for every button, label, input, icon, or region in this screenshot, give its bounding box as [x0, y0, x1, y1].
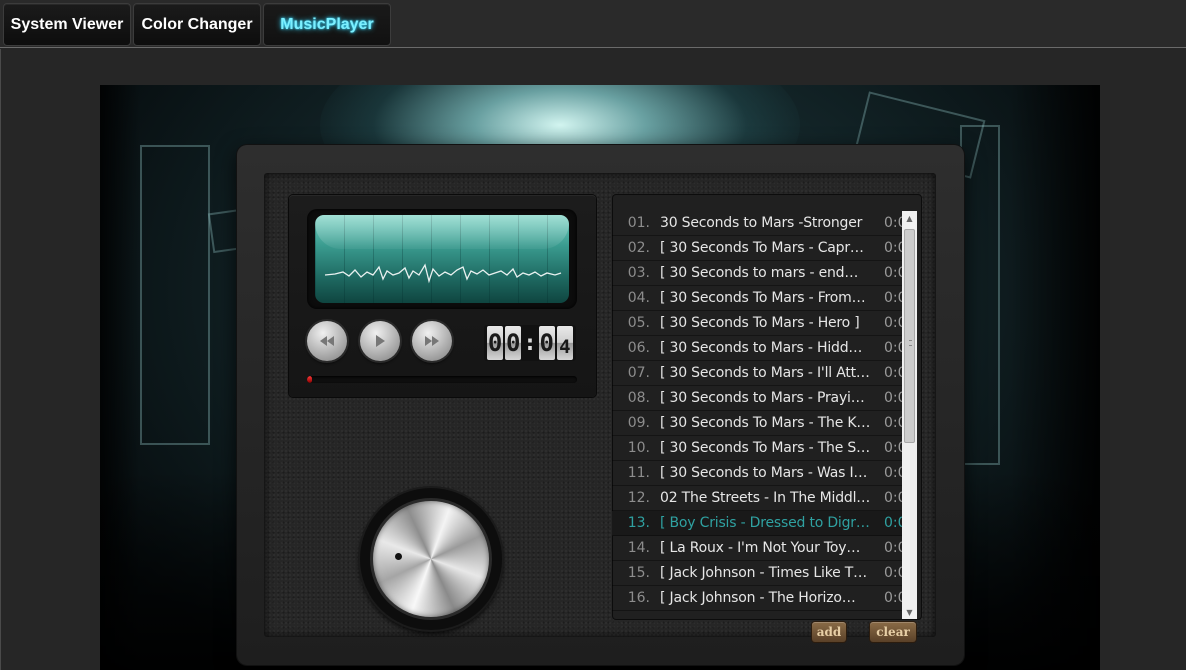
playlist-track[interactable]: 13. [ Boy Crisis - Dressed to Digr… 0:0 [612, 511, 902, 536]
playlist-track[interactable]: 08. [ 30 Seconds to Mars - Prayi… 0:0 [612, 386, 902, 411]
track-number: 11. [627, 465, 650, 481]
time-counter: 0 0 : 0 4 [484, 325, 576, 361]
track-number: 01. [627, 215, 650, 231]
track-title: [ 30 Seconds to Mars - Hidd… [660, 340, 863, 356]
timer-digit: 0 [487, 326, 504, 360]
playlist-track[interactable]: 12. 02 The Streets - In The Middl… 0:0 [612, 486, 902, 511]
track-number: 08. [627, 390, 650, 406]
track-number: 05. [627, 315, 650, 331]
track-duration: 0:0 [884, 365, 902, 381]
track-title: [ 30 Seconds To Mars - From… [660, 290, 866, 306]
track-duration: 0:0 [884, 490, 902, 506]
track-title: [ Jack Johnson - The Horizo… [660, 590, 856, 606]
playlist-track[interactable]: 10. [ 30 Seconds To Mars - The S… 0:0 [612, 436, 902, 461]
track-title: [ 30 Seconds to mars - end… [660, 265, 859, 281]
playlist-track[interactable]: 02. [ 30 Seconds To Mars - Capr… 0:0 [612, 236, 902, 261]
track-title: [ 30 Seconds to Mars - Was I… [660, 465, 868, 481]
playlist-track[interactable]: 11. [ 30 Seconds to Mars - Was I… 0:0 [612, 461, 902, 486]
scroll-down-icon[interactable]: ▼ [902, 605, 917, 619]
track-duration: 0:0 [884, 215, 902, 231]
timer-digit: 0 [505, 326, 522, 360]
track-number: 04. [627, 290, 650, 306]
play-icon [376, 335, 385, 347]
track-number: 10. [627, 440, 650, 456]
progress-bar[interactable] [307, 376, 577, 383]
fast-forward-icon [425, 336, 439, 346]
timer-digit: 0 [538, 326, 555, 360]
playlist-track[interactable]: 15. [ Jack Johnson - Times Like T… 0:0 [612, 561, 902, 586]
tab-color-changer[interactable]: Color Changer [133, 3, 261, 46]
track-number: 13. [627, 515, 650, 531]
track-duration: 0:0 [884, 565, 902, 581]
track-title: [ 30 Seconds to Mars - Prayi… [660, 390, 865, 406]
track-title: [ La Roux - I'm Not Your Toy… [660, 540, 861, 556]
track-number: 03. [627, 265, 650, 281]
track-duration: 0:0 [884, 440, 902, 456]
track-title: [ 30 Seconds to Mars - I'll Att… [660, 365, 870, 381]
knob-indicator [395, 553, 402, 560]
track-duration: 0:0 [884, 340, 902, 356]
fast-forward-button[interactable] [412, 321, 452, 361]
waveform-display [315, 215, 569, 303]
track-duration: 0:0 [884, 590, 902, 606]
scroll-up-icon[interactable]: ▲ [902, 211, 917, 225]
playlist: 01. 30 Seconds to Mars -Stronger 0:0 02. [ 3… [612, 211, 902, 619]
track-number: 07. [627, 365, 650, 381]
volume-control[interactable] [347, 468, 517, 630]
playlist-track[interactable]: 04. [ 30 Seconds To Mars - From… 0:0 [612, 286, 902, 311]
playlist-track[interactable]: 01. 30 Seconds to Mars -Stronger 0:0 [612, 211, 902, 236]
tab-music-player[interactable]: MusicPlayer [263, 3, 391, 46]
track-number: 09. [627, 415, 650, 431]
scrollbar-thumb[interactable] [904, 229, 915, 443]
track-duration: 0:0 [884, 465, 902, 481]
playlist-track[interactable]: 03. [ 30 Seconds to mars - end… 0:0 [612, 261, 902, 286]
progress-fill [307, 376, 313, 383]
add-button[interactable]: add [812, 622, 846, 642]
track-duration: 0:0 [884, 290, 902, 306]
track-title: [ 30 Seconds To Mars - The S… [660, 440, 870, 456]
tab-system-viewer[interactable]: System Viewer [3, 3, 131, 46]
track-duration: 0:0 [884, 390, 902, 406]
track-number: 06. [627, 340, 650, 356]
track-title: [ 30 Seconds To Mars - The K… [660, 415, 871, 431]
track-number: 16. [627, 590, 650, 606]
playlist-track[interactable]: 16. [ Jack Johnson - The Horizo… 0:0 [612, 586, 902, 611]
playlist-track[interactable]: 07. [ 30 Seconds to Mars - I'll Att… 0:0 [612, 361, 902, 386]
track-duration: 0:0 [884, 415, 902, 431]
track-number: 14. [627, 540, 650, 556]
track-duration: 0:0 [884, 240, 902, 256]
rewind-icon [320, 336, 334, 346]
playlist-track[interactable]: 06. [ 30 Seconds to Mars - Hidd… 0:0 [612, 336, 902, 361]
track-title: [ Jack Johnson - Times Like T… [660, 565, 867, 581]
playlist-scrollbar[interactable]: ▲ ▼ [902, 211, 917, 619]
track-number: 02. [627, 240, 650, 256]
track-title: 30 Seconds to Mars -Stronger [660, 215, 863, 231]
playlist-track[interactable]: 14. [ La Roux - I'm Not Your Toy… 0:0 [612, 536, 902, 561]
timer-digit: 4 [556, 326, 573, 360]
playlist-track[interactable]: 05. [ 30 Seconds To Mars - Hero ] 0:0 [612, 311, 902, 336]
track-title: 02 The Streets - In The Middl… [660, 490, 871, 506]
track-duration: 0:0 [884, 315, 902, 331]
playlist-track[interactable]: 09. [ 30 Seconds To Mars - The K… 0:0 [612, 411, 902, 436]
timer-colon: : [523, 330, 537, 356]
volume-knob[interactable] [373, 501, 489, 617]
track-title: [ 30 Seconds To Mars - Hero ] [660, 315, 860, 331]
track-duration: 0:0 [884, 540, 902, 556]
track-number: 12. [627, 490, 650, 506]
tab-bar: System Viewer Color Changer MusicPlayer [0, 0, 1186, 48]
track-duration: 0:0 [884, 265, 902, 281]
track-title: [ Boy Crisis - Dressed to Digr… [660, 515, 870, 531]
track-duration: 0:0 [884, 515, 902, 531]
play-button[interactable] [360, 321, 400, 361]
track-number: 15. [627, 565, 650, 581]
clear-button[interactable]: clear [870, 622, 916, 642]
waveform-icon [324, 263, 562, 284]
display-module: 0 0 : 0 4 [289, 195, 596, 397]
rewind-button[interactable] [307, 321, 347, 361]
track-title: [ 30 Seconds To Mars - Capr… [660, 240, 864, 256]
